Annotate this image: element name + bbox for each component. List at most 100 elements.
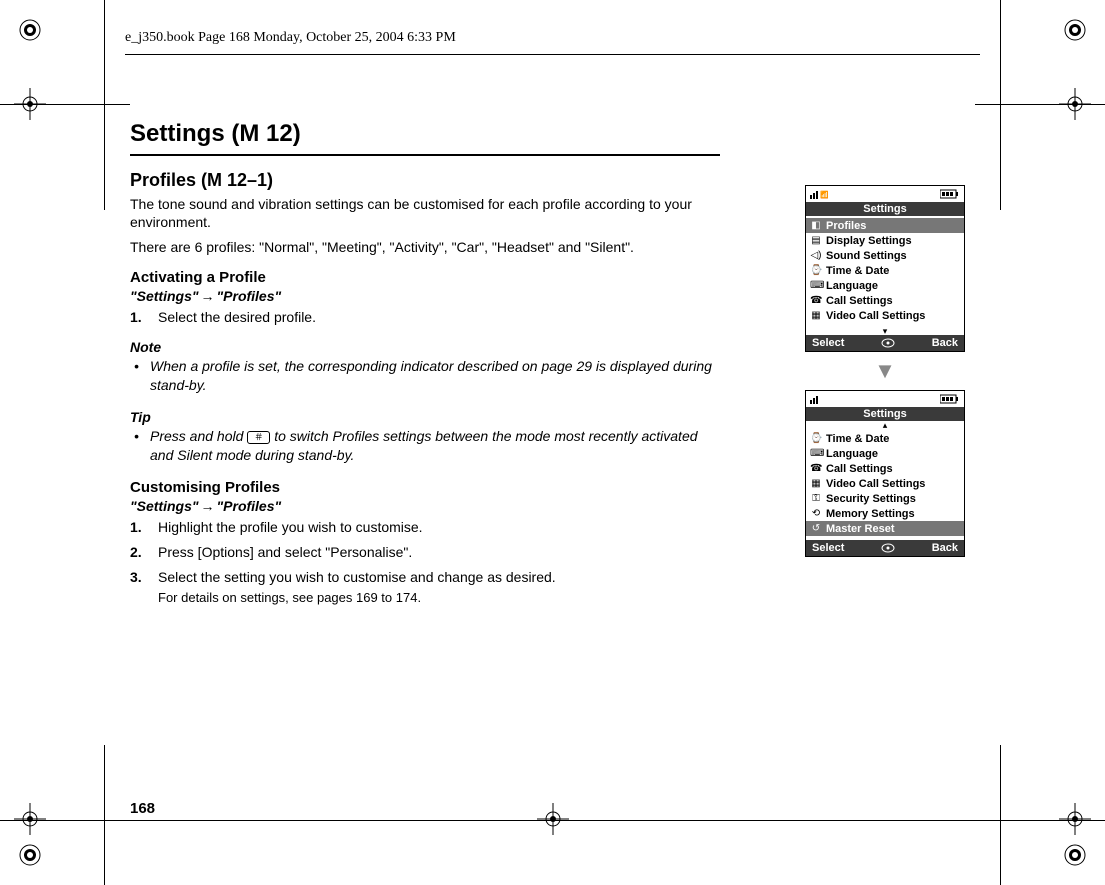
phone-screenshot-2: Settings ▴ ⌚Time & Date⌨Language☎Call Se… (805, 390, 965, 557)
crop-line (975, 104, 1105, 105)
step-text: Press [Options] and select "Personalise"… (158, 544, 412, 560)
crop-mark-icon (1059, 14, 1091, 46)
menu-item-label: Language (826, 280, 878, 292)
menu-item-label: Time & Date (826, 265, 889, 277)
step-number: 1. (130, 518, 142, 537)
menu-item[interactable]: ⌨Language (806, 446, 964, 461)
arrow-icon: → (199, 288, 217, 304)
header-stamp: e_j350.book Page 168 Monday, October 25,… (125, 30, 456, 46)
signal-icon (810, 394, 828, 404)
menu-item[interactable]: ⟲Memory Settings (806, 506, 964, 521)
note-text: •When a profile is set, the correspondin… (130, 357, 720, 395)
menu-item[interactable]: ⚿ Security Settings (806, 491, 964, 506)
tip-label: Tip (130, 409, 720, 425)
crop-mark-icon (14, 803, 46, 835)
menu-item-icon: ⌚ (810, 433, 822, 444)
menu-item-icon: ☎ (810, 295, 822, 306)
softkey-select[interactable]: Select (812, 542, 844, 554)
step-text: Select the setting you wish to customise… (158, 569, 556, 585)
scroll-indicator: ▾ (806, 327, 964, 335)
menu-item[interactable]: ◁)Sound Settings (806, 248, 964, 263)
menu-item-label: Sound Settings (826, 250, 907, 262)
note-label: Note (130, 339, 720, 355)
crop-mark-icon (537, 803, 569, 835)
crop-line (104, 0, 105, 210)
menu-item[interactable]: ⌨ Language (806, 278, 964, 293)
phone-menu-list: ⌚ Time & Date⌨Language☎Call Settings▦Vide… (806, 429, 964, 540)
menu-item-label: Security Settings (826, 493, 916, 505)
scroll-indicator: ▴ (806, 421, 964, 429)
menu-item[interactable]: ◧ Profiles (806, 218, 964, 233)
steps-activating: 1. Select the desired profile. (130, 308, 720, 327)
down-arrow-icon: ▼ (805, 360, 965, 382)
step-item: 1. Select the desired profile. (130, 308, 720, 327)
hash-key-icon: ＃ (247, 431, 270, 444)
battery-icon (940, 394, 960, 404)
menu-item[interactable]: ▦Video Call Settings (806, 476, 964, 491)
menu-item[interactable]: ▦ Video Call Settings (806, 308, 964, 323)
steps-customising: 1.Highlight the profile you wish to cust… (130, 518, 720, 606)
softkey-back[interactable]: Back (932, 542, 958, 554)
menu-item-label: Display Settings (826, 235, 912, 247)
phone-menu-list: ◧ Profiles▤Display Settings◁)Sound Settin… (806, 216, 964, 327)
phone-title: Settings (806, 202, 964, 216)
step-text: Select the desired profile. (158, 309, 316, 325)
phone-screenshot-1: 📶 Settings ◧ Profiles▤Display Settings◁)S… (805, 185, 965, 352)
step-item: 2. Press [Options] and select "Personalis… (130, 543, 720, 562)
phone-column: 📶 Settings ◧ Profiles▤Display Settings◁)S… (805, 185, 965, 569)
svg-text:📶: 📶 (820, 190, 828, 199)
title-rule (130, 154, 720, 156)
header-rule (125, 54, 980, 55)
step-number: 1. (130, 308, 142, 327)
page-content: Settings (M 12) Profiles (M 12–1) The to… (130, 120, 720, 618)
menu-item-icon: ⌚ (810, 265, 822, 276)
menu-item-icon: ▦ (810, 478, 822, 489)
menu-item[interactable]: ↺Master Reset (806, 521, 964, 536)
menu-item-label: Time & Date (826, 433, 889, 445)
battery-icon (940, 189, 960, 199)
menu-item-label: Video Call Settings (826, 310, 925, 322)
menu-item-icon: ◧ (810, 220, 822, 231)
nav-left: "Settings" (130, 498, 199, 514)
section-intro: The tone sound and vibration settings ca… (130, 195, 720, 231)
step-detail: For details on settings, see pages 169 t… (158, 589, 720, 607)
menu-item-icon: ⚿ (810, 493, 822, 504)
menu-item-label: Call Settings (826, 295, 893, 307)
menu-item[interactable]: ⌚ Time & Date (806, 263, 964, 278)
menu-item-icon: ↺ (810, 523, 822, 534)
menu-item-icon: ⌨ (810, 280, 822, 291)
signal-icon: 📶 (810, 189, 828, 199)
crop-mark-icon (1059, 839, 1091, 871)
menu-item-icon: ☎ (810, 463, 822, 474)
status-bar: 📶 (806, 186, 964, 202)
menu-item[interactable]: ☎ Call Settings (806, 293, 964, 308)
menu-item[interactable]: ☎Call Settings (806, 461, 964, 476)
softkey-select[interactable]: Select (812, 337, 844, 349)
crop-line (1000, 0, 1001, 210)
crop-mark-icon (1059, 88, 1091, 120)
softkey-back[interactable]: Back (932, 337, 958, 349)
menu-item[interactable]: ⌚ Time & Date (806, 431, 964, 446)
menu-item-label: Profiles (826, 220, 866, 232)
menu-item-icon: ⟲ (810, 508, 822, 519)
section-title: Profiles (M 12–1) (130, 170, 720, 191)
nav-path-customising: "Settings" → "Profiles" (130, 498, 720, 514)
crop-line (0, 820, 1105, 821)
crop-mark-icon (14, 88, 46, 120)
center-key-icon[interactable] (881, 338, 895, 348)
crop-mark-icon (1059, 803, 1091, 835)
softkey-bar: Select Back (806, 335, 964, 351)
step-number: 2. (130, 543, 142, 562)
center-key-icon[interactable] (881, 543, 895, 553)
nav-left: "Settings" (130, 288, 199, 304)
menu-item-icon: ▦ (810, 310, 822, 321)
nav-right: "Profiles" (217, 288, 282, 304)
nav-right: "Profiles" (217, 498, 282, 514)
menu-item-label: Language (826, 448, 878, 460)
step-item: 3.Select the setting you wish to customi… (130, 568, 720, 606)
crop-line (1000, 745, 1001, 885)
menu-item[interactable]: ▤Display Settings (806, 233, 964, 248)
nav-path-activating: "Settings" → "Profiles" (130, 288, 720, 304)
arrow-icon: → (199, 498, 217, 514)
crop-line (0, 104, 130, 105)
